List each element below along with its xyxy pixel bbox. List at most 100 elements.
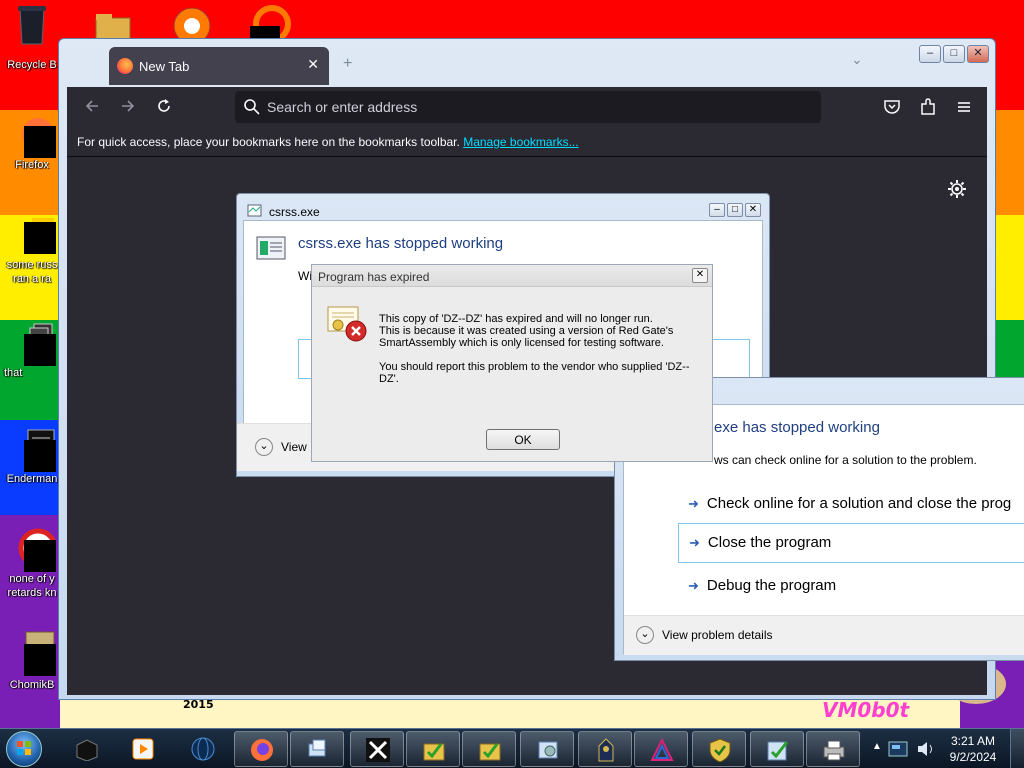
command-label: Debug the program	[706, 577, 837, 594]
minimize-button[interactable]: –	[919, 45, 941, 63]
bookmarks-hint-text: For quick access, place your bookmarks h…	[77, 135, 460, 149]
desktop-icon-chomikbox[interactable]: ChomikB	[2, 630, 62, 692]
customize-new-tab-button[interactable]	[947, 179, 967, 199]
opera-icon	[12, 528, 58, 572]
close-button[interactable]: ✕	[692, 268, 708, 283]
desktop-icon-label: none of y retards kn	[7, 573, 57, 599]
desktop-icon-label: Recycle B	[7, 59, 57, 71]
minimize-button[interactable]: –	[709, 203, 725, 217]
command-link-close-program[interactable]: ➜ Close the program	[678, 523, 1024, 563]
bookmarks-message: For quick access, place your bookmarks h…	[77, 135, 579, 149]
reload-button[interactable]	[153, 97, 175, 117]
command-link-debug-program[interactable]: ➜ Debug the program	[678, 569, 1024, 603]
action-center-icon[interactable]	[888, 739, 910, 759]
maximize-button[interactable]: □	[727, 203, 743, 217]
extensions-button[interactable]	[917, 96, 939, 118]
command-label: Close the program	[707, 534, 832, 551]
desktop-icon-enderman[interactable]: Enderman	[2, 428, 62, 486]
arrow-right-icon	[122, 100, 135, 112]
expand-details-chevron-icon[interactable]: ⌄	[636, 626, 654, 644]
command-label: Check online for a solution and close th…	[706, 495, 1012, 512]
show-hidden-icons-button[interactable]: ▲	[872, 741, 882, 752]
taskbar-item-network[interactable]	[290, 731, 344, 767]
taskbar-item-clock-tower[interactable]	[578, 731, 632, 767]
network-icon	[308, 739, 326, 757]
document-icon: e	[12, 214, 56, 254]
message-line: You should report this problem to the ve…	[379, 361, 690, 385]
taskbar-item-shield[interactable]	[692, 731, 746, 767]
desktop-icon-label: that	[4, 367, 23, 379]
command-link-check-online[interactable]: ➜ Check online for a solution and close t…	[678, 487, 1024, 521]
desktop-icon-russ[interactable]: e some russ ran a ra	[2, 214, 62, 286]
show-desktop-button[interactable]	[1010, 729, 1024, 768]
taskbar-item-globe[interactable]	[176, 731, 230, 767]
window-controls: – □ ✕	[919, 45, 989, 63]
desktop-icon-recycle-bin[interactable]: Recycle B	[2, 4, 62, 72]
new-tab-button[interactable]: +	[343, 55, 352, 73]
desktop-icon-label: ChomikB	[9, 679, 55, 691]
tab-close-button[interactable]: ✕	[307, 56, 319, 73]
view-problem-details-label[interactable]: View problem details	[662, 628, 773, 642]
certificate-error-icon	[326, 305, 370, 345]
volume-icon[interactable]	[916, 739, 936, 759]
hamster-icon	[12, 630, 56, 676]
taskbar-item-installer-1[interactable]	[406, 731, 460, 767]
tab-new-tab[interactable]: New Tab ✕	[109, 47, 329, 85]
media-player-icon	[132, 738, 154, 760]
system-clock[interactable]: 3:21 AM 9/2/2024	[942, 733, 1004, 765]
firefox-icon	[251, 739, 273, 761]
desktop-icon-that[interactable]: that	[2, 322, 62, 380]
arrow-left-icon	[85, 100, 98, 112]
close-button[interactable]: ✕	[745, 203, 761, 217]
printer-icon	[823, 740, 845, 761]
desktop-icon-none-of-you[interactable]: none of y retards kn	[2, 528, 62, 600]
search-icon	[244, 99, 260, 115]
back-button[interactable]	[81, 97, 103, 117]
program-expired-dialog: Program has expired ✕ This copy of 'DZ--…	[311, 264, 713, 462]
desktop-icon-firefox[interactable]: Firefox	[2, 112, 62, 172]
view-details-label[interactable]: View	[281, 440, 307, 454]
forward-button[interactable]	[117, 97, 139, 117]
address-input[interactable]	[267, 97, 807, 117]
application-icon	[247, 202, 263, 218]
taskbar-item-printer[interactable]	[806, 731, 860, 767]
maximize-button[interactable]: □	[943, 45, 965, 63]
list-all-tabs-button[interactable]: ⌄	[851, 51, 863, 68]
installer-icon	[423, 743, 445, 761]
taskbar-item-installer-2[interactable]	[462, 731, 516, 767]
command-arrow-icon: ➜	[688, 496, 699, 511]
desktop-icon-label: Enderman	[6, 473, 58, 485]
taskbar-item-triangle-logo[interactable]	[634, 731, 688, 767]
expand-details-chevron-icon[interactable]: ⌄	[255, 438, 273, 456]
ok-button[interactable]: OK	[486, 429, 560, 450]
notification-area: ▲	[872, 731, 942, 767]
bookmarks-toolbar: For quick access, place your bookmarks h…	[67, 127, 987, 157]
message-line: This is because it was created using a v…	[379, 325, 674, 349]
address-bar[interactable]	[235, 91, 821, 123]
triangle-logo-icon	[650, 738, 674, 761]
taskbar-item-firefox[interactable]	[234, 731, 288, 767]
dialog-window-controls: – □ ✕	[709, 203, 761, 217]
dialog-titlebar: Program has expired ✕	[312, 265, 712, 287]
taskbar-item-black-box[interactable]	[60, 731, 114, 767]
dialog-heading: csrss.exe has stopped working	[298, 235, 504, 252]
windows-stack-icon	[12, 322, 56, 366]
close-button[interactable]: ✕	[967, 45, 989, 63]
command-arrow-icon: ➜	[689, 535, 700, 550]
pocket-icon	[884, 100, 900, 114]
puzzle-icon	[921, 98, 935, 115]
app-menu-button[interactable]	[953, 96, 975, 118]
firefox-icon	[117, 58, 133, 74]
wallpaper-brand-text: VM0b0t	[822, 698, 910, 722]
taskbar-item-installer-check[interactable]	[750, 731, 804, 767]
taskbar-item-x-app[interactable]	[350, 731, 404, 767]
settings-tool-icon	[538, 741, 558, 759]
firefox-icon	[12, 112, 56, 158]
taskbar-item-media-player[interactable]	[116, 731, 170, 767]
start-button[interactable]	[6, 731, 42, 767]
command-arrow-icon: ➜	[688, 578, 699, 593]
taskbar-item-settings-tool[interactable]	[520, 731, 574, 767]
pocket-button[interactable]	[881, 96, 903, 118]
clock-tower-icon	[598, 738, 614, 762]
manage-bookmarks-link[interactable]: Manage bookmarks...	[463, 135, 578, 149]
